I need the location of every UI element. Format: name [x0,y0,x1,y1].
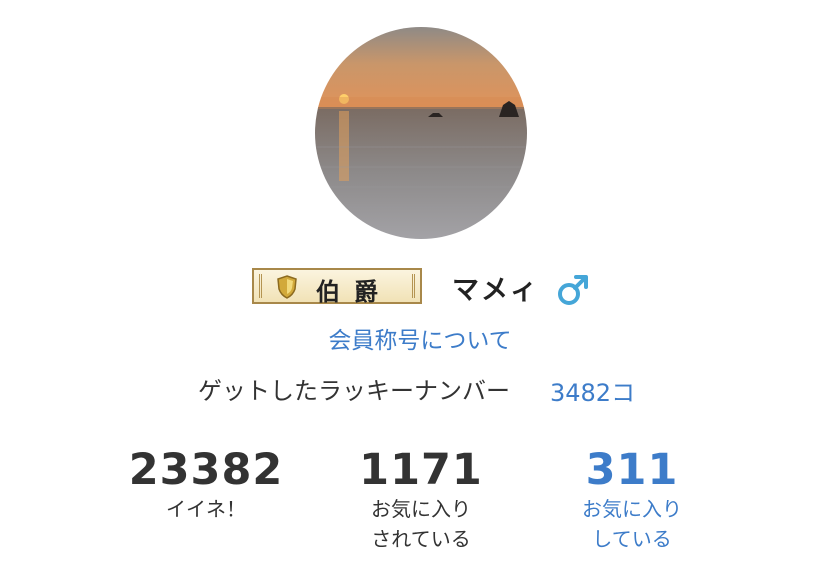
stat-likes: 23382 イイネ！ [106,446,306,524]
favorited-label-line1: お気に入り [371,497,471,521]
rank-title: 伯爵 [316,277,392,306]
lucky-number-count-link[interactable]: 3482コ [550,373,635,408]
likes-label: イイネ！ [166,497,246,521]
favoriting-label-line2[interactable]: している [532,524,732,554]
stat-favorited: 1171 お気に入り されている [321,446,521,554]
rank-badge: 伯爵 [252,268,422,306]
username: マメィ [452,275,539,306]
favorited-count: 1171 [359,445,483,495]
favoriting-count[interactable]: 311 [532,446,732,494]
favorited-label-line2: されている [371,527,471,551]
sunset-photo [315,27,527,239]
male-icon [558,275,588,305]
lucky-number-label: ゲットしたラッキーナンバー [198,377,510,405]
favoriting-label-line1[interactable]: お気に入り [532,494,732,524]
shield-icon [277,275,297,299]
likes-count: 23382 [128,445,284,495]
stat-favoriting-link[interactable]: 311 お気に入り している [532,446,732,554]
profile-avatar[interactable] [315,27,527,239]
member-title-link[interactable]: 会員称号について [0,321,840,355]
